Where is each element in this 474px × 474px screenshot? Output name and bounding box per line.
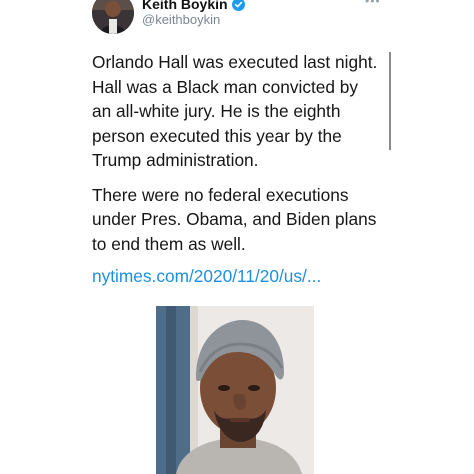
author-name-row: Keith Boykin xyxy=(142,0,245,12)
tweet-paragraph: Orlando Hall was executed last night. Ha… xyxy=(92,52,378,170)
author-avatar[interactable] xyxy=(92,0,134,34)
portrait-image xyxy=(156,306,314,474)
tweet-text: Orlando Hall was executed last night. Ha… xyxy=(92,50,382,256)
avatar-image xyxy=(92,0,134,34)
verified-badge-icon xyxy=(231,0,245,11)
more-horizontal-icon[interactable]: ••• xyxy=(365,0,381,8)
scrollbar-thumb[interactable] xyxy=(389,52,391,150)
author-handle[interactable]: @keithboykin xyxy=(142,12,220,27)
article-link[interactable]: nytimes.com/2020/11/20/us/... xyxy=(92,266,321,287)
tweet-paragraph: There were no federal executions under P… xyxy=(92,184,377,254)
author-name[interactable]: Keith Boykin xyxy=(142,0,228,12)
attached-photo[interactable] xyxy=(156,306,314,474)
tweet-card: Keith Boykin @keithboykin ••• Orlando Ha… xyxy=(0,0,474,474)
